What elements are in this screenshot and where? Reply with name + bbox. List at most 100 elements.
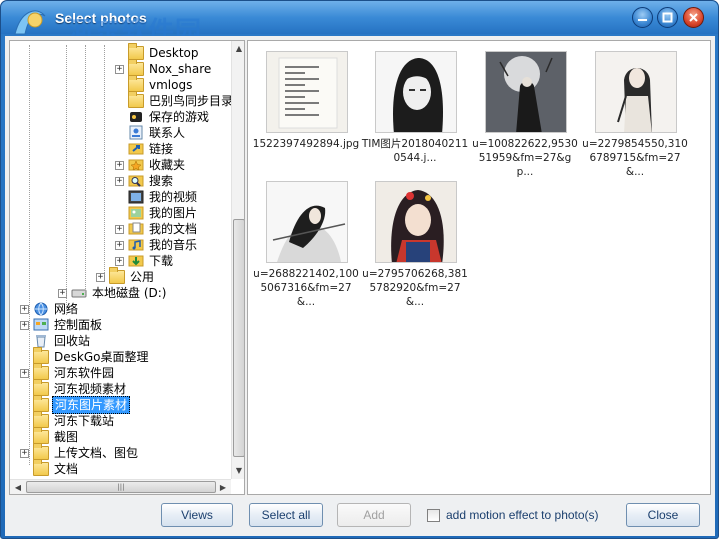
control-panel-icon: [33, 318, 49, 332]
tree-guide-line: [66, 45, 67, 315]
folder-icon: [109, 267, 125, 284]
network-icon: [33, 302, 49, 316]
folder-icon: [128, 91, 144, 108]
window-title: Select photos: [55, 10, 147, 26]
close-window-button[interactable]: [683, 7, 704, 28]
tree-item-label: 我的视频: [149, 190, 198, 204]
folder-icon: [33, 411, 49, 428]
tree-item[interactable]: + 控制面板: [20, 317, 104, 333]
tree-guide-line: [29, 45, 30, 465]
scroll-down-arrow-icon[interactable]: ▼: [232, 463, 244, 479]
folder-icon: [33, 363, 49, 380]
expand-plus-icon[interactable]: +: [20, 320, 29, 330]
folder-icon: [128, 59, 144, 76]
tree-item[interactable]: vmlogs: [115, 75, 194, 93]
tree-item-label: 我的文档: [149, 222, 198, 236]
tree-item[interactable]: 巴别鸟同步目录: [115, 91, 235, 109]
tree-item[interactable]: 回收站: [20, 333, 92, 349]
photo-caption: 1522397492894.jpg: [252, 138, 360, 150]
tree-item[interactable]: 联系人: [115, 125, 187, 141]
tree-guide-line: [104, 45, 105, 275]
tree-item-label: 我的图片: [149, 206, 198, 220]
photo-caption: TIM图片20180402110544.j...: [361, 138, 469, 164]
tree-item[interactable]: + 我的文档: [115, 221, 199, 237]
documents-icon: [128, 222, 144, 236]
app-logo-icon: [14, 10, 46, 35]
expand-plus-icon[interactable]: +: [115, 176, 124, 186]
motion-effect-label: add motion effect to photo(s): [446, 508, 599, 522]
expand-plus-icon[interactable]: +: [115, 256, 124, 266]
search-folder-icon: [128, 174, 144, 188]
expand-plus-icon[interactable]: +: [115, 240, 124, 250]
tree-item-label: 控制面板: [54, 318, 103, 332]
folder-icon: [128, 75, 144, 92]
maximize-icon: [662, 12, 673, 23]
tree-item-label: 河东软件园: [54, 366, 115, 380]
maximize-button[interactable]: [657, 7, 678, 28]
tree-item-label: 上传文档、图包: [54, 446, 139, 460]
tree-vertical-scroll-thumb[interactable]: [233, 219, 244, 457]
tree-item-label: 河东图片素材: [52, 396, 131, 414]
tree-item-label: 回收站: [54, 334, 91, 348]
tree-horizontal-scrollbar[interactable]: ◀ ||| ▶: [10, 479, 231, 494]
scroll-left-arrow-icon[interactable]: ◀: [10, 480, 26, 494]
tree-guide-line: [85, 45, 86, 295]
tree-item-label: 联系人: [149, 126, 186, 140]
photo-image[interactable]: [375, 51, 457, 133]
minimize-button[interactable]: [632, 7, 653, 28]
photo-caption: u=2795706268,3815782920&fm=27&...: [362, 268, 468, 308]
tree-item-label: 文档: [54, 462, 79, 476]
views-button[interactable]: Views: [161, 503, 233, 527]
tree-item[interactable]: 链接: [115, 141, 175, 157]
links-icon: [128, 142, 144, 156]
tree-item-label: 公用: [130, 270, 155, 284]
tree-item-label: 链接: [149, 142, 174, 156]
minimize-icon: [638, 19, 647, 21]
photo-image[interactable]: [266, 51, 348, 133]
folder-tree[interactable]: Desktop + Nox_share vmlogs 巴别鸟同步目录 保存的游戏 联系人 链接…: [9, 40, 245, 495]
close-button[interactable]: Close: [626, 503, 700, 527]
expand-plus-icon[interactable]: +: [115, 160, 124, 170]
expand-plus-icon[interactable]: +: [115, 224, 124, 234]
photo-image[interactable]: [595, 51, 677, 133]
close-icon: [689, 13, 698, 22]
scroll-right-arrow-icon[interactable]: ▶: [215, 480, 231, 494]
tree-item-label: 下载: [149, 254, 174, 268]
photo-grid: 1522397492894.jpg TIM图片20180402110544.j..…: [247, 40, 711, 495]
tree-item[interactable]: + 收藏夹: [115, 157, 187, 173]
tree-item-label: 保存的游戏: [149, 110, 210, 124]
tree-item-label: vmlogs: [149, 78, 193, 92]
expand-plus-icon[interactable]: +: [20, 304, 29, 314]
tree-item[interactable]: + 下载: [115, 253, 175, 269]
tree-item[interactable]: 我的图片: [115, 205, 199, 221]
photo-caption: u=100822622,953051959&fm=27&gp...: [472, 138, 578, 178]
photo-image[interactable]: [375, 181, 457, 263]
title-bar: Select photos 河东软件园: [1, 1, 718, 47]
motion-effect-checkbox[interactable]: [427, 509, 440, 522]
button-bar: Views Select all Add add motion effect t…: [5, 497, 715, 536]
downloads-icon: [128, 254, 144, 268]
photo-caption: u=2279854550,3106789715&fm=27&...: [582, 138, 688, 178]
add-button[interactable]: Add: [337, 503, 411, 527]
expand-plus-icon[interactable]: +: [20, 448, 29, 458]
scroll-up-arrow-icon[interactable]: ▲: [232, 41, 244, 57]
tree-item[interactable]: + 我的音乐: [115, 237, 199, 253]
contacts-icon: [128, 125, 144, 140]
select-all-button[interactable]: Select all: [249, 503, 323, 527]
expand-plus-icon[interactable]: +: [115, 64, 124, 74]
tree-item[interactable]: + 本地磁盘 (D:): [58, 285, 168, 301]
photo-image[interactable]: [485, 51, 567, 133]
expand-plus-icon[interactable]: +: [20, 368, 29, 378]
tree-item[interactable]: + 搜索: [115, 173, 175, 189]
tree-item[interactable]: 我的视频: [115, 189, 199, 205]
folder-icon: [33, 347, 49, 364]
tree-item-label: Nox_share: [149, 62, 212, 76]
tree-horizontal-scroll-thumb[interactable]: |||: [26, 481, 216, 493]
dialog-content: Desktop + Nox_share vmlogs 巴别鸟同步目录 保存的游戏 联系人 链接…: [5, 36, 715, 536]
photo-image[interactable]: [266, 181, 348, 263]
tree-item[interactable]: 保存的游戏: [115, 109, 211, 125]
tree-item-label: 河东下载站: [54, 414, 115, 428]
favorites-icon: [128, 158, 144, 172]
tree-vertical-scrollbar[interactable]: ▲ ▼: [231, 41, 244, 479]
tree-item[interactable]: + 公用: [96, 267, 156, 285]
